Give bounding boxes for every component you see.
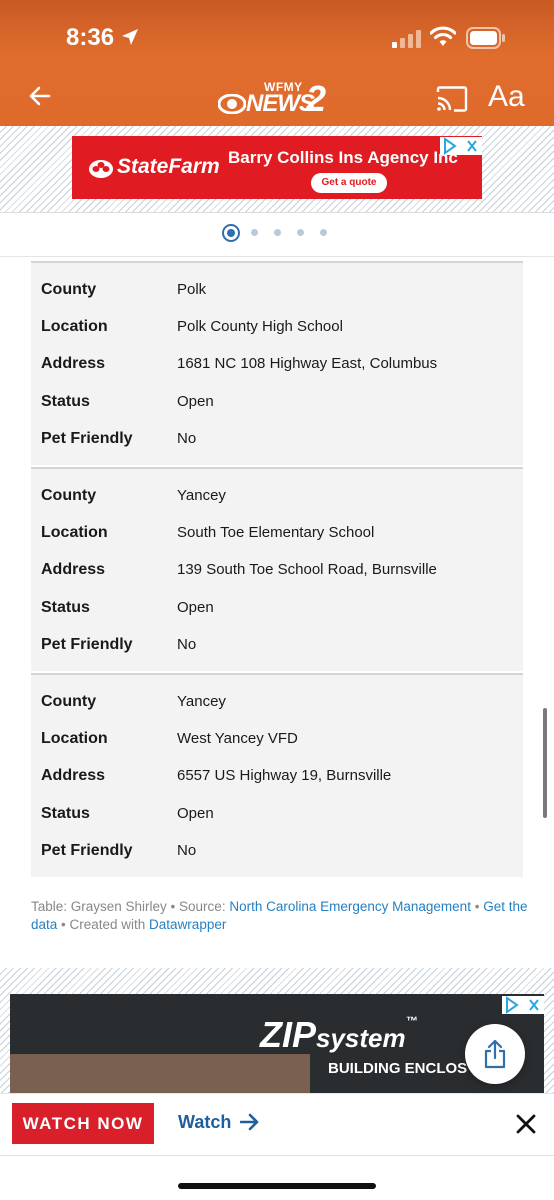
table-row: Pet Friendly No [41, 842, 521, 879]
table-row: Status Open [41, 805, 521, 842]
close-icon[interactable] [515, 1113, 537, 1135]
status-time: 8:36 [66, 24, 115, 51]
table-row: Location West Yancey VFD [41, 730, 521, 767]
table-row: Address 6557 US Highway 19, Burnsville [41, 767, 521, 804]
field-value: 6557 US Highway 19, Burnsville [177, 767, 392, 784]
table-row: Status Open [41, 393, 521, 430]
field-label: Address [41, 561, 106, 578]
field-label: Status [41, 393, 90, 410]
divider [0, 1155, 554, 1156]
share-icon [484, 1039, 506, 1069]
field-label: County [41, 693, 97, 710]
field-label: Pet Friendly [41, 636, 133, 653]
back-arrow-icon[interactable] [28, 84, 52, 108]
field-value: Yancey [177, 487, 226, 504]
arrow-right-icon [240, 1113, 259, 1131]
table-record: County Polk Location Polk County High Scho… [31, 261, 523, 465]
field-value: Open [177, 393, 214, 410]
text-size-button[interactable]: Aa [488, 80, 525, 114]
field-value: Yancey [177, 693, 226, 710]
table-row: Pet Friendly No [41, 430, 521, 467]
divider [0, 256, 554, 257]
table-row: Address 1681 NC 108 Highway East, Columbu… [41, 355, 521, 392]
share-button[interactable] [465, 1024, 525, 1084]
statefarm-brand: StateFarm [117, 155, 220, 178]
carousel-dot[interactable] [297, 229, 304, 236]
field-value: No [177, 842, 197, 859]
carousel-dots[interactable] [220, 222, 340, 244]
table-row: County Yancey [41, 693, 521, 730]
logo-news: NEWS [246, 90, 315, 117]
carousel-dot-active[interactable] [222, 224, 240, 242]
field-value: No [177, 636, 197, 653]
field-label: Status [41, 805, 90, 822]
field-label: Location [41, 730, 108, 747]
field-value: West Yancey VFD [177, 730, 298, 747]
station-logo[interactable]: WFMY NEWS 2 [218, 78, 338, 119]
field-value: 139 South Toe School Road, Burnsville [177, 561, 437, 578]
signal-icon [392, 30, 421, 48]
get-quote-button[interactable]: Get a quote [311, 173, 387, 193]
table-row: Location Polk County High School [41, 318, 521, 355]
cbs-eye-icon [218, 94, 246, 114]
watch-now-button[interactable]: WATCH NOW [12, 1103, 154, 1144]
ad-image-floor [10, 1054, 310, 1094]
credits-separator: • [470, 899, 484, 914]
zip-brand: ZIPsystem™ [260, 1014, 418, 1055]
divider [0, 212, 554, 213]
field-label: Address [41, 767, 106, 784]
field-value: South Toe Elementary School [177, 524, 375, 541]
source-link[interactable]: North Carolina Emergency Management [229, 899, 471, 914]
table-row: Status Open [41, 599, 521, 636]
watch-link-label: Watch [178, 1112, 232, 1132]
table-row: County Polk [41, 281, 521, 318]
home-indicator[interactable] [178, 1183, 376, 1189]
app-header: 8:36 WFMY NEWS 2 Aa [0, 0, 554, 126]
field-label: County [41, 487, 97, 504]
credits-separator: • Created with [57, 917, 150, 932]
adchoices-icon[interactable] [502, 996, 544, 1014]
field-label: Location [41, 318, 108, 335]
table-row: Location South Toe Elementary School [41, 524, 521, 561]
table-record: County Yancey Location South Toe Elementar… [31, 467, 523, 671]
field-label: Status [41, 599, 90, 616]
field-value: Polk [177, 281, 207, 298]
field-label: Pet Friendly [41, 430, 133, 447]
logo-number: 2 [306, 78, 327, 119]
field-label: County [41, 281, 97, 298]
battery-icon [466, 27, 505, 49]
watch-link[interactable]: Watch [178, 1112, 260, 1133]
carousel-dot[interactable] [251, 229, 258, 236]
cast-icon[interactable] [436, 86, 468, 112]
field-value: Polk County High School [177, 318, 343, 335]
wifi-icon [430, 26, 456, 46]
credits-text: Table: Graysen Shirley • Source: [31, 899, 230, 914]
field-label: Address [41, 355, 106, 372]
carousel-dot[interactable] [320, 229, 327, 236]
table-row: County Yancey [41, 487, 521, 524]
shelter-table: County Polk Location Polk County High Scho… [31, 261, 523, 877]
field-value: No [177, 430, 197, 447]
ad-headline: Barry Collins Ins Agency Inc [228, 148, 458, 167]
field-label: Location [41, 524, 108, 541]
field-value: 1681 NC 108 Highway East, Columbus [177, 355, 438, 372]
adchoices-icon[interactable] [440, 137, 482, 155]
statefarm-logo-icon [89, 160, 113, 178]
zip-system-ad[interactable]: ZIPsystem™ BUILDING ENCLOS [10, 994, 544, 1094]
location-arrow-icon [122, 29, 138, 45]
ad-tagline: BUILDING ENCLOS [328, 1060, 468, 1077]
table-record: County Yancey Location West Yancey VFD Add… [31, 673, 523, 877]
table-credits: Table: Graysen Shirley • Source: North C… [31, 898, 531, 934]
scrollbar[interactable] [543, 708, 547, 818]
field-value: Open [177, 599, 214, 616]
field-value: Open [177, 805, 214, 822]
table-row: Pet Friendly No [41, 636, 521, 673]
field-label: Pet Friendly [41, 842, 133, 859]
carousel-dot[interactable] [274, 229, 281, 236]
table-row: Address 139 South Toe School Road, Burnsv… [41, 561, 521, 598]
datawrapper-link[interactable]: Datawrapper [149, 917, 226, 932]
